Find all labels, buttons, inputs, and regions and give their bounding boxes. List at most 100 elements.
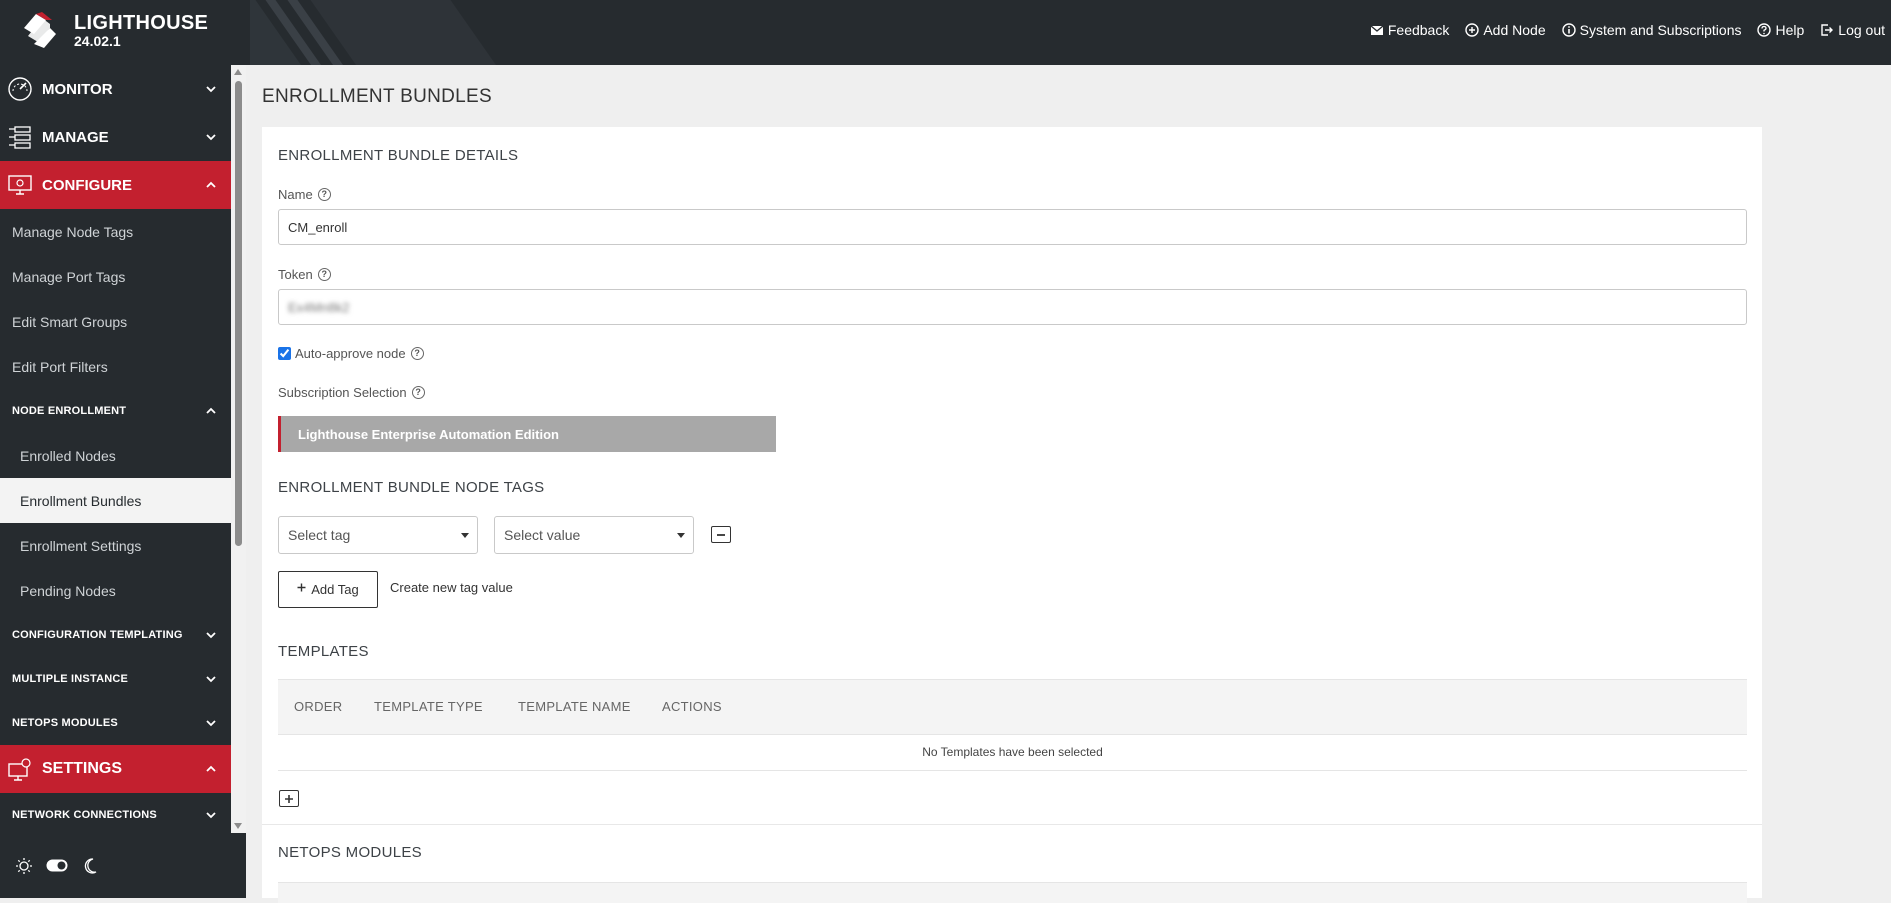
sidebar-item-label: Edit Port Filters: [12, 358, 108, 375]
templates-empty-row: No Templates have been selected: [278, 733, 1747, 771]
header-decoration: [250, 0, 500, 65]
add-node-label: Add Node: [1483, 22, 1546, 38]
column-header-actions: ACTIONS: [662, 699, 722, 714]
plus-icon: [285, 794, 293, 803]
feedback-label: Feedback: [1387, 22, 1450, 38]
logout-link[interactable]: Log out: [1820, 22, 1885, 38]
theme-toggle[interactable]: [46, 859, 68, 872]
help-icon[interactable]: ?: [317, 268, 331, 281]
sidebar-group-node-enrollment[interactable]: NODE ENROLLMENT: [0, 389, 231, 433]
create-new-tag-value-link[interactable]: Create new tag value: [390, 580, 513, 595]
sidebar-item-label: Manage Node Tags: [12, 223, 134, 240]
scroll-down-arrow[interactable]: [234, 823, 242, 829]
help-link[interactable]: Help: [1757, 22, 1804, 38]
sidebar-item-edit-port-filters[interactable]: Edit Port Filters: [0, 344, 231, 389]
sidebar-item-label: Manage Port Tags: [12, 268, 126, 285]
monitor-settings-icon: [8, 758, 31, 781]
select-value-dropdown[interactable]: Select value: [494, 516, 694, 554]
chevron-down-icon: [206, 134, 216, 141]
sidebar-item-enrollment-settings[interactable]: Enrollment Settings: [0, 523, 231, 568]
column-header-template-name: TEMPLATE NAME: [518, 699, 631, 714]
sidebar-item-enrollment-bundles[interactable]: Enrollment Bundles: [0, 478, 231, 523]
name-input[interactable]: CM_enroll: [278, 209, 1747, 245]
app-version: 24.02.1: [74, 33, 121, 49]
system-subscriptions-link[interactable]: System and Subscriptions: [1561, 22, 1742, 38]
sun-icon[interactable]: [15, 857, 33, 875]
question-circle-icon: [1757, 23, 1772, 37]
help-icon[interactable]: ?: [317, 188, 331, 201]
lighthouse-logo[interactable]: [20, 10, 64, 52]
add-node-link[interactable]: Add Node: [1465, 22, 1546, 38]
top-nav: Feedback Add Node System and Subscriptio…: [1354, 0, 1885, 60]
theme-switcher: [0, 833, 246, 898]
subscription-label-text: Subscription Selection: [278, 385, 407, 400]
token-input[interactable]: Ex4Mn8k2: [278, 289, 1747, 325]
sidebar-section-label: MANAGE: [42, 128, 109, 146]
token-label: Token ?: [278, 267, 331, 282]
sidebar-scrollbar[interactable]: [231, 65, 246, 833]
help-label: Help: [1775, 22, 1805, 38]
column-header-template-type: TEMPLATE TYPE: [374, 699, 483, 714]
select-tag-value: Select tag: [288, 527, 351, 543]
caret-down-icon: [677, 533, 685, 538]
add-tag-button[interactable]: Add Tag: [278, 571, 378, 608]
sidebar-item-label: Enrolled Nodes: [20, 447, 116, 464]
sidebar-section-monitor[interactable]: MONITOR: [0, 65, 231, 113]
token-input-value: Ex4Mn8k2: [288, 299, 350, 315]
sidebar-item-pending-nodes[interactable]: Pending Nodes: [0, 568, 231, 613]
sidebar-item-label: Pending Nodes: [20, 582, 116, 599]
sidebar-group-label: NETOPS MODULES: [12, 717, 118, 729]
moon-icon[interactable]: [82, 857, 98, 875]
add-template-button[interactable]: [279, 790, 299, 807]
chevron-down-icon: [206, 720, 216, 727]
netops-section-title: NETOPS MODULES: [278, 844, 422, 861]
sidebar-group-label: MULTIPLE INSTANCE: [12, 673, 129, 685]
system-subscriptions-label: System and Subscriptions: [1579, 22, 1742, 38]
sidebar-item-manage-node-tags[interactable]: Manage Node Tags: [0, 209, 231, 254]
scrollbar-thumb[interactable]: [235, 81, 242, 546]
sidebar-section-configure[interactable]: CONFIGURE: [0, 161, 231, 209]
enrollment-bundle-card: ENROLLMENT BUNDLE DETAILS Name ? CM_enro…: [262, 127, 1762, 903]
logout-label: Log out: [1838, 22, 1885, 38]
sidebar-item-manage-port-tags[interactable]: Manage Port Tags: [0, 254, 231, 299]
sidebar-item-edit-smart-groups[interactable]: Edit Smart Groups: [0, 299, 231, 344]
scroll-up-arrow[interactable]: [234, 69, 242, 75]
server-stack-icon: [9, 126, 31, 149]
select-tag-dropdown[interactable]: Select tag: [278, 516, 478, 554]
help-icon[interactable]: ?: [411, 386, 425, 399]
chevron-up-icon: [206, 407, 216, 414]
sidebar: MONITOR MANAGE CONFIGURE Manage Node Tag…: [0, 65, 231, 833]
subscription-value: Lighthouse Enterprise Automation Edition: [298, 426, 559, 442]
app-name: LIGHTHOUSE: [74, 12, 209, 34]
details-section-title: ENROLLMENT BUNDLE DETAILS: [278, 147, 519, 164]
auto-approve-row: Auto-approve node ?: [278, 346, 424, 361]
sidebar-item-enrolled-nodes[interactable]: Enrolled Nodes: [0, 433, 231, 478]
sidebar-group-configuration-templating[interactable]: CONFIGURATION TEMPLATING: [0, 613, 231, 657]
info-circle-icon: [1561, 23, 1576, 37]
chevron-down-icon: [206, 676, 216, 683]
sidebar-group-label: NETWORK CONNECTIONS: [12, 809, 157, 821]
sidebar-group-network-connections[interactable]: NETWORK CONNECTIONS: [0, 793, 231, 833]
add-tag-label: Add Tag: [311, 582, 359, 597]
top-bar: LIGHTHOUSE 24.02.1 Feedback Add Node Sys…: [0, 0, 1891, 65]
help-icon[interactable]: ?: [410, 347, 424, 360]
feedback-link[interactable]: Feedback: [1370, 22, 1449, 38]
column-header-order: ORDER: [294, 699, 343, 714]
remove-tag-button[interactable]: [711, 526, 731, 543]
sidebar-section-label: MONITOR: [42, 80, 113, 98]
subscription-option[interactable]: Lighthouse Enterprise Automation Edition: [278, 416, 776, 452]
auto-approve-checkbox[interactable]: [278, 347, 291, 360]
sidebar-group-multiple-instance[interactable]: MULTIPLE INSTANCE: [0, 657, 231, 701]
sidebar-group-netops-modules[interactable]: NETOPS MODULES: [0, 701, 231, 745]
name-label: Name ?: [278, 187, 331, 202]
sidebar-group-label: NODE ENROLLMENT: [12, 405, 127, 417]
select-value-value: Select value: [504, 527, 581, 543]
chevron-up-icon: [206, 181, 216, 188]
minus-icon: [717, 533, 725, 536]
logout-icon: [1821, 24, 1834, 36]
sidebar-section-settings[interactable]: SETTINGS: [0, 745, 231, 793]
sidebar-group-label: CONFIGURATION TEMPLATING: [12, 629, 183, 641]
sidebar-section-manage[interactable]: MANAGE: [0, 113, 231, 161]
name-label-text: Name: [278, 187, 313, 202]
chevron-down-icon: [206, 86, 216, 93]
